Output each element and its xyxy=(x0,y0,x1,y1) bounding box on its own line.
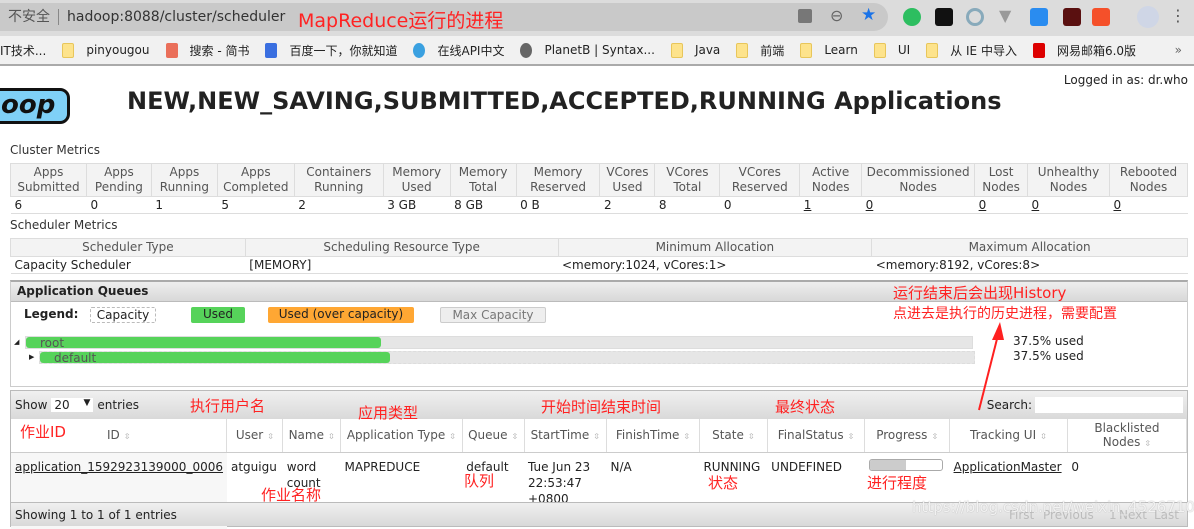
watermark: https://blog.csdn.net/weixin_45267102 xyxy=(912,498,1194,516)
annotation-arrow xyxy=(978,322,1004,411)
